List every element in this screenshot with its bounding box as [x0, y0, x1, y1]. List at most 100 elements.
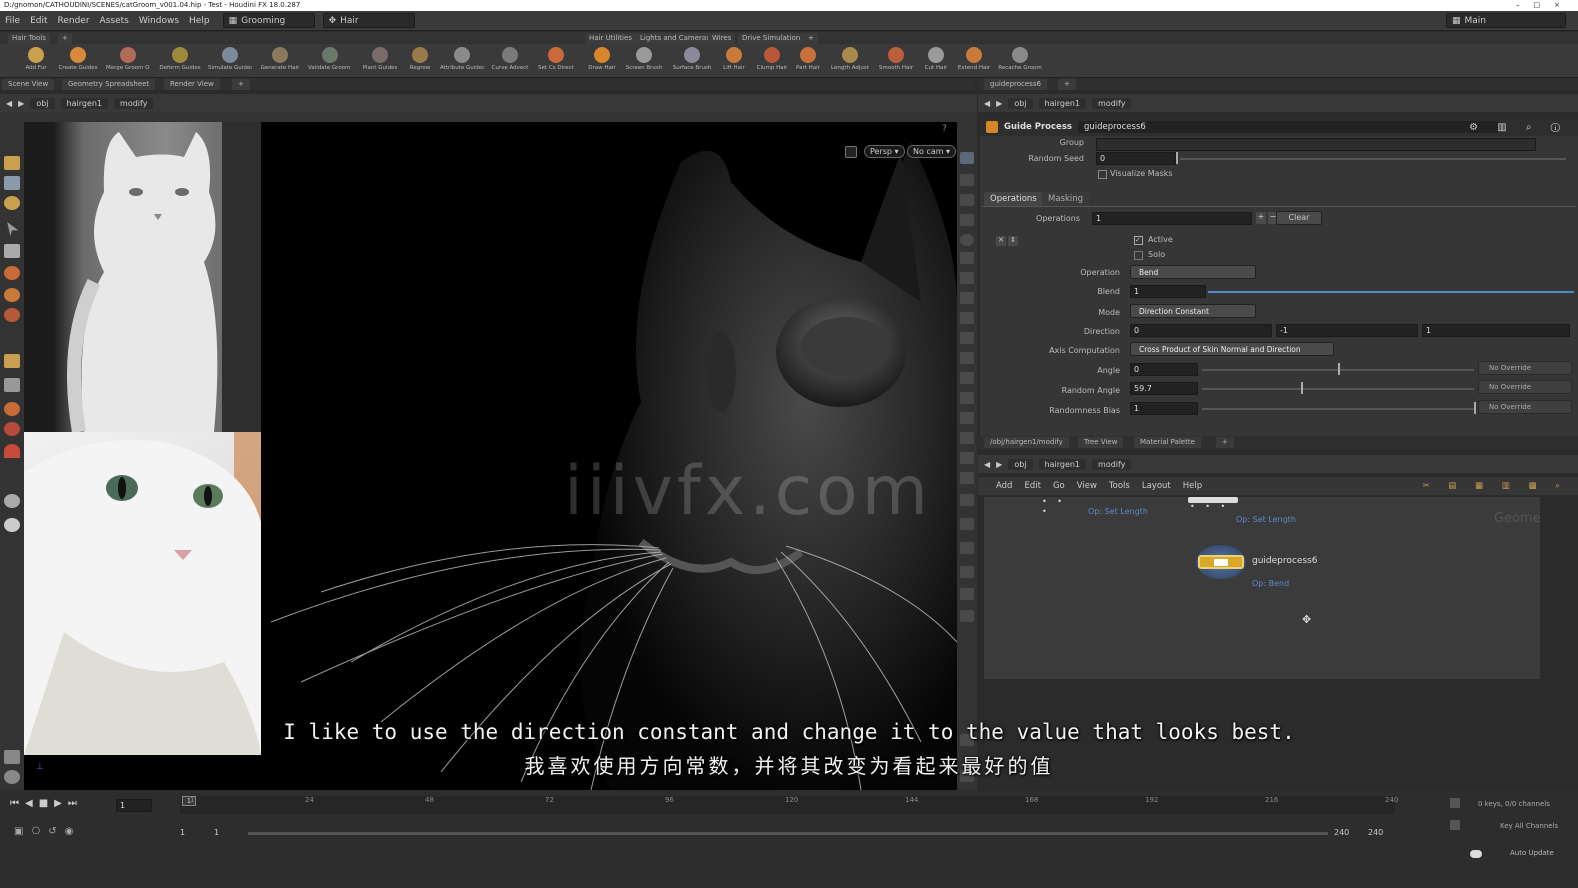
random-seed-field[interactable]: 0: [1096, 152, 1176, 165]
magnet-icon[interactable]: [4, 422, 20, 436]
scene-viewport[interactable]: Persp ▾ No cam ▾ ? ⊥ iiivfx.com: [24, 122, 957, 790]
add-tab-icon[interactable]: +: [1216, 437, 1234, 448]
display-options-icon[interactable]: [960, 152, 974, 164]
random-angle-override-dropdown[interactable]: No Override: [1478, 380, 1572, 394]
shelf-tab-wires[interactable]: Wires: [708, 33, 736, 44]
tool-deform-guides[interactable]: Deform Guides: [158, 46, 202, 76]
stop-icon[interactable]: ■: [39, 798, 48, 809]
start-frame[interactable]: 1: [180, 828, 185, 837]
back-arrow-icon[interactable]: ◀: [984, 460, 990, 469]
sphere-icon[interactable]: [960, 234, 974, 246]
net-menu-add[interactable]: Add: [996, 481, 1012, 491]
audio-icon[interactable]: ▣: [14, 826, 23, 837]
end-frame[interactable]: 240: [1368, 828, 1383, 837]
tool-attribute-guides[interactable]: Attribute Guides: [440, 46, 484, 76]
brush-tool-icon[interactable]: [4, 308, 20, 322]
mode-dropdown[interactable]: Direction Constant: [1130, 304, 1256, 318]
random-seed-slider-knob[interactable]: [1176, 152, 1178, 164]
back-arrow-icon[interactable]: ◀: [6, 99, 12, 108]
tool-curve-advect[interactable]: Curve Advect: [488, 46, 532, 76]
magnet-icon[interactable]: [4, 402, 20, 416]
randomness-bias-field[interactable]: 1: [1130, 402, 1198, 415]
safe-area-icon[interactable]: [960, 542, 974, 554]
blend-slider[interactable]: [1208, 291, 1574, 293]
net-menu-help[interactable]: Help: [1183, 481, 1202, 491]
move-op-icon[interactable]: ⇕: [1008, 236, 1018, 246]
texture-icon[interactable]: [960, 312, 974, 324]
angle-field[interactable]: 0: [1130, 363, 1198, 376]
context-selector[interactable]: ✥ Hair: [322, 13, 415, 28]
current-frame-field[interactable]: 1: [116, 799, 152, 812]
active-checkbox[interactable]: ✓: [1134, 236, 1143, 245]
camera-menu[interactable]: No cam ▾: [907, 145, 957, 158]
tool-generate-hair[interactable]: Generate Hair: [258, 46, 302, 76]
tool-draw-hair[interactable]: Draw Hair: [580, 46, 624, 76]
tool-regrow[interactable]: Regrow: [398, 46, 442, 76]
handle-tool-icon[interactable]: [4, 196, 20, 210]
window-controls[interactable]: –□×: [1516, 0, 1574, 11]
tab-masking[interactable]: Masking: [1042, 192, 1090, 206]
tool-part-hair[interactable]: Part Hair: [786, 46, 830, 76]
persp-menu[interactable]: Persp ▾: [864, 145, 905, 158]
snap-icon[interactable]: [4, 378, 20, 392]
menu-windows[interactable]: Windows: [134, 16, 184, 26]
range-slider[interactable]: [248, 832, 1328, 835]
group-field[interactable]: [1096, 138, 1536, 151]
desktop-selector[interactable]: ▦ Grooming: [222, 13, 315, 28]
operation-dropdown[interactable]: Bend: [1130, 265, 1256, 279]
points-icon[interactable]: [960, 372, 974, 384]
network-editor[interactable]: Geometry • • • Op: Set Length • • • Op: …: [984, 497, 1540, 679]
forward-arrow-icon[interactable]: ▶: [996, 460, 1002, 469]
bias-override-dropdown[interactable]: No Override: [1478, 400, 1572, 414]
tool-validate-groom[interactable]: Validate Groom Point: [308, 46, 352, 76]
uv-icon[interactable]: [960, 412, 974, 424]
forward-arrow-icon[interactable]: ▶: [996, 99, 1002, 108]
timeline-scrubber[interactable]: 1 1 24 48 72 96 120 144 168 192 216 240: [180, 796, 1398, 814]
scale-tool-icon[interactable]: [4, 288, 20, 302]
range-end-frame[interactable]: 240: [1334, 828, 1349, 837]
normals-icon[interactable]: [960, 392, 974, 404]
menu-render[interactable]: Render: [53, 16, 95, 26]
rotate-tool-icon[interactable]: [4, 266, 20, 280]
operations-field[interactable]: 1: [1092, 212, 1252, 225]
path-modify[interactable]: modify: [114, 97, 154, 109]
flipbook-icon[interactable]: [960, 610, 974, 622]
tab-tree-view[interactable]: Tree View: [1078, 437, 1124, 448]
auto-update-icon[interactable]: [1470, 850, 1482, 858]
hair-display-icon[interactable]: [960, 452, 974, 464]
camera-icon[interactable]: [960, 292, 974, 304]
path-hairgen[interactable]: hairgen1: [1038, 458, 1087, 470]
tool-smooth-hair[interactable]: Smooth Hair: [874, 46, 918, 76]
shelf-tab-hair-utilities[interactable]: Hair Utilities: [585, 33, 636, 44]
screenshot-icon[interactable]: [960, 588, 974, 600]
help-icon[interactable]: ?: [942, 124, 947, 134]
right-desktop-selector[interactable]: ▦ Main: [1446, 13, 1566, 28]
tab-guideprocess[interactable]: guideprocess6: [984, 79, 1047, 90]
tool-create-guides[interactable]: Create Guides: [56, 46, 100, 76]
axis-computation-dropdown[interactable]: Cross Product of Skin Normal and Directi…: [1130, 342, 1334, 356]
tool-merge-groom[interactable]: Merge Groom Objects: [106, 46, 150, 76]
keyframe-icon[interactable]: ⎔: [31, 826, 40, 837]
path-hairgen[interactable]: hairgen1: [1038, 97, 1087, 109]
path-obj[interactable]: obj: [30, 97, 55, 109]
random-angle-slider[interactable]: [1202, 388, 1474, 390]
direction-y-field[interactable]: -1: [1276, 324, 1418, 337]
network-toolbar-icons[interactable]: ✂ ▤ ▦ ▥ ▩ ⌕: [1422, 481, 1568, 491]
path-hairgen[interactable]: hairgen1: [60, 97, 109, 109]
ghost-icon[interactable]: [960, 174, 974, 186]
path-obj[interactable]: obj: [1008, 458, 1033, 470]
clear-button[interactable]: Clear: [1276, 211, 1322, 225]
tool-simulate-guides[interactable]: Simulate Guides: [208, 46, 252, 76]
tool-extend-hair[interactable]: Extend Hair: [952, 46, 996, 76]
jump-end-icon[interactable]: ⏭: [68, 798, 77, 809]
tool-set-cs-direct[interactable]: Set Cs Direct: [534, 46, 578, 76]
shelf-tab-drive-sim[interactable]: Drive Simulation: [738, 33, 805, 44]
range-start-frame[interactable]: 1: [214, 828, 219, 837]
realtime-icon[interactable]: ◉: [65, 826, 74, 837]
add-shelf-icon[interactable]: +: [804, 33, 818, 44]
key-icon[interactable]: [1450, 798, 1460, 808]
auto-update-label[interactable]: Auto Update: [1510, 849, 1554, 857]
menu-file[interactable]: File: [0, 16, 25, 26]
move-tool-icon[interactable]: [4, 244, 20, 258]
jump-start-icon[interactable]: ⏮: [10, 798, 19, 809]
